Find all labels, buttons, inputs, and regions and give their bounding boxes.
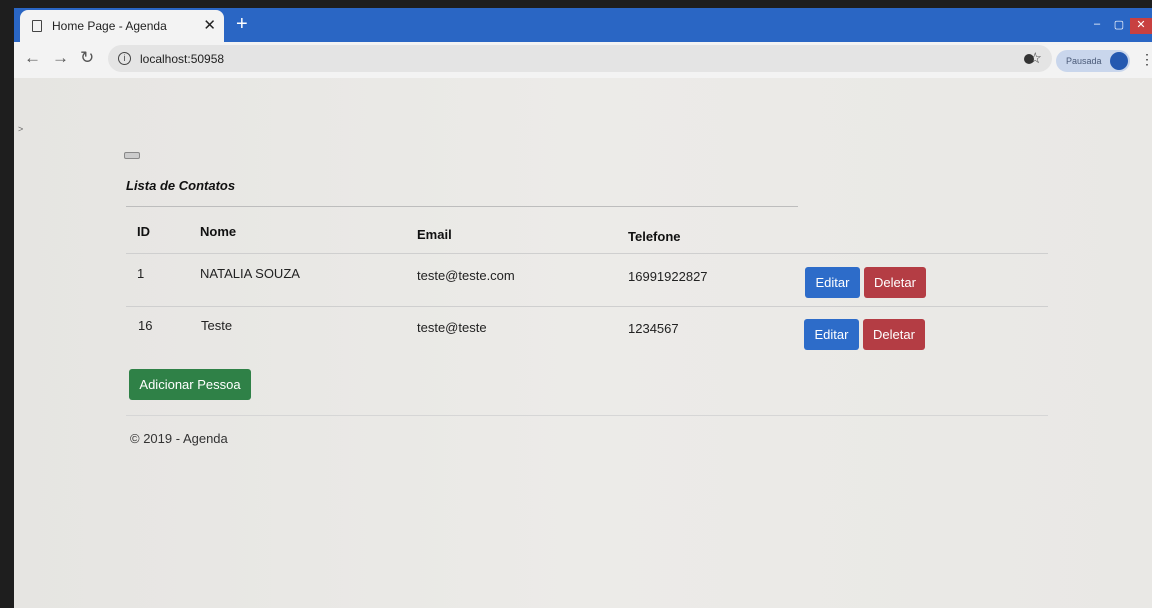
tab-home-page[interactable]: Home Page - Agenda ✕	[20, 10, 224, 42]
divider	[126, 415, 1048, 416]
divider	[126, 306, 1048, 307]
close-tab-icon[interactable]: ✕	[203, 16, 216, 34]
cell-email: teste@teste	[417, 320, 487, 335]
profile-button[interactable]: Pausada	[1056, 50, 1130, 72]
browser-window: Home Page - Agenda ✕ + – ▢ ✕ ← → ↻ i loc…	[14, 8, 1152, 608]
delete-button[interactable]: Deletar	[864, 267, 926, 298]
tab-title: Home Page - Agenda	[52, 19, 167, 33]
minimize-icon[interactable]: –	[1086, 18, 1108, 34]
column-header-nome: Nome	[200, 224, 237, 239]
add-person-button[interactable]: Adicionar Pessoa	[129, 369, 251, 400]
back-icon[interactable]: ←	[24, 48, 41, 68]
edit-button[interactable]: Editar	[805, 267, 860, 298]
navbar-toggler[interactable]	[124, 152, 140, 159]
column-header-id: ID	[137, 224, 150, 239]
column-header-telefone: Telefone	[628, 229, 681, 244]
column-header-email: Email	[417, 227, 452, 242]
document-icon	[32, 20, 42, 32]
new-tab-icon[interactable]: +	[236, 13, 248, 36]
delete-button[interactable]: Deletar	[863, 319, 925, 350]
menu-icon[interactable]: ⋮	[1140, 51, 1152, 68]
divider	[126, 253, 1048, 254]
footer-text: © 2019 - Agenda	[130, 431, 228, 446]
window-close-icon[interactable]: ✕	[1130, 18, 1152, 34]
cell-nome: Teste	[201, 318, 233, 333]
cell-id: 16	[138, 318, 153, 333]
extension-icon[interactable]	[1024, 54, 1034, 64]
cell-id: 1	[137, 266, 145, 281]
tab-strip: Home Page - Agenda ✕ + – ▢ ✕	[14, 8, 1152, 42]
chevron-right-icon: >	[18, 124, 24, 134]
toolbar: ← → ↻ i localhost:50958 ☆ Pausada ⋮	[14, 42, 1152, 79]
page-title: Lista de Contatos	[126, 178, 236, 193]
cell-telefone: 16991922827	[628, 269, 708, 284]
divider	[126, 206, 798, 207]
avatar	[1110, 52, 1128, 70]
forward-icon[interactable]: →	[52, 48, 69, 68]
cell-nome: NATALIA SOUZA	[200, 266, 300, 281]
cell-email: teste@teste.com	[417, 268, 515, 283]
cell-telefone: 1234567	[628, 321, 679, 336]
edit-button[interactable]: Editar	[804, 319, 859, 350]
window-controls: – ▢ ✕	[1086, 18, 1152, 34]
address-bar[interactable]: i localhost:50958 ☆	[108, 45, 1052, 72]
page-content: > Lista de Contatos ID Nome Email Telefo…	[14, 78, 1152, 608]
reload-icon[interactable]: ↻	[80, 48, 94, 68]
profile-label: Pausada	[1066, 56, 1102, 66]
maximize-icon[interactable]: ▢	[1108, 18, 1130, 34]
url-text[interactable]: localhost:50958	[140, 52, 224, 66]
site-info-icon[interactable]: i	[118, 52, 131, 65]
